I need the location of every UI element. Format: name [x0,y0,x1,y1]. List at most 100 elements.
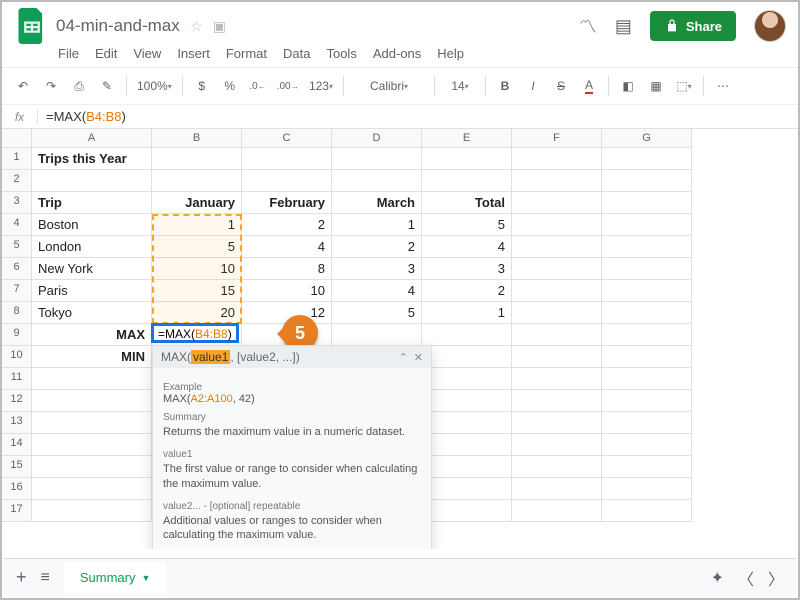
col-B[interactable]: B [152,129,242,148]
star-icon[interactable]: ☆ [190,18,203,35]
cell-E5[interactable]: 4 [422,236,512,258]
menu-tools[interactable]: Tools [326,46,356,61]
cell-C6[interactable]: 8 [242,258,332,280]
cell-D4[interactable]: 1 [332,214,422,236]
cell-A7[interactable]: Paris [32,280,152,302]
more-icon[interactable]: ⋯ [714,74,732,98]
activity-icon[interactable]: 〽 [579,13,597,39]
scroll-left-icon[interactable]: 〈 [738,566,754,590]
cell-A10[interactable]: MIN [32,346,152,368]
cell-A4[interactable]: Boston [32,214,152,236]
menu-edit[interactable]: Edit [95,46,117,61]
menu-insert[interactable]: Insert [177,46,210,61]
cell-B6[interactable]: 10 [152,258,242,280]
menu-help[interactable]: Help [437,46,464,61]
share-button[interactable]: Share [650,11,736,41]
formula-input[interactable]: =MAX(B4:B8) [38,109,798,125]
menu-file[interactable]: File [58,46,79,61]
cell-A1[interactable]: Trips this Year [32,148,152,170]
cell-A9[interactable]: MAX [32,324,152,346]
print-icon[interactable]: ⎙ [70,74,88,98]
explore-icon[interactable]: ✦ [711,568,724,588]
strike-button[interactable]: S [552,74,570,98]
row-17[interactable]: 17 [2,500,32,522]
scroll-right-icon[interactable]: 〉 [768,566,784,590]
comments-icon[interactable]: ▤ [615,16,632,37]
cell-E4[interactable]: 5 [422,214,512,236]
cell-A5[interactable]: London [32,236,152,258]
borders-icon[interactable]: ▦ [647,74,665,98]
cell-A6[interactable]: New York [32,258,152,280]
menu-format[interactable]: Format [226,46,267,61]
zoom-select[interactable]: 100% [137,74,172,98]
font-size-select[interactable]: 14 [445,74,475,98]
italic-button[interactable]: I [524,74,542,98]
undo-icon[interactable]: ↶ [14,74,32,98]
col-G[interactable]: G [602,129,692,148]
col-C[interactable]: C [242,129,332,148]
cell-B9[interactable] [152,324,242,346]
cell-B3[interactable]: January [152,192,242,214]
cell-C4[interactable]: 2 [242,214,332,236]
increase-decimal-button[interactable]: .00→ [277,74,299,98]
cell-C3[interactable]: February [242,192,332,214]
cell-D6[interactable]: 3 [332,258,422,280]
row-9[interactable]: 9 [2,324,32,346]
row-14[interactable]: 14 [2,434,32,456]
cell-E7[interactable]: 2 [422,280,512,302]
row-8[interactable]: 8 [2,302,32,324]
bold-button[interactable]: B [496,74,514,98]
row-16[interactable]: 16 [2,478,32,500]
folder-icon[interactable]: ▣ [213,18,226,35]
col-F[interactable]: F [512,129,602,148]
decrease-decimal-button[interactable]: .0← [249,74,267,98]
row-5[interactable]: 5 [2,236,32,258]
row-4[interactable]: 4 [2,214,32,236]
cell-E8[interactable]: 1 [422,302,512,324]
font-select[interactable]: Calibri [354,74,424,98]
row-10[interactable]: 10 [2,346,32,368]
percent-button[interactable]: % [221,74,239,98]
row-6[interactable]: 6 [2,258,32,280]
row-7[interactable]: 7 [2,280,32,302]
row-11[interactable]: 11 [2,368,32,390]
paint-format-icon[interactable]: ✎ [98,74,116,98]
redo-icon[interactable]: ↷ [42,74,60,98]
menu-view[interactable]: View [133,46,161,61]
cell-A8[interactable]: Tokyo [32,302,152,324]
col-A[interactable]: A [32,129,152,148]
menu-data[interactable]: Data [283,46,310,61]
cell-B7[interactable]: 15 [152,280,242,302]
row-12[interactable]: 12 [2,390,32,412]
number-format-select[interactable]: 123 [309,74,333,98]
sheet-grid[interactable]: A B C D E F G 1 Trips this Year 2 3 Trip… [2,129,798,549]
row-1[interactable]: 1 [2,148,32,170]
fill-color-icon[interactable]: ◧ [619,74,637,98]
collapse-icon[interactable]: ⌃ [399,351,408,364]
cell-D7[interactable]: 4 [332,280,422,302]
cell-E3[interactable]: Total [422,192,512,214]
tab-dropdown-icon[interactable]: ▼ [141,573,150,583]
add-sheet-icon[interactable]: + [16,567,27,588]
cell-C5[interactable]: 4 [242,236,332,258]
close-icon[interactable]: ✕ [414,351,423,364]
corner-cell[interactable] [2,129,32,148]
all-sheets-icon[interactable]: ≡ [41,569,50,587]
merge-icon[interactable]: ⬚ [675,74,693,98]
cell-E6[interactable]: 3 [422,258,512,280]
menu-addons[interactable]: Add-ons [373,46,421,61]
row-15[interactable]: 15 [2,456,32,478]
col-E[interactable]: E [422,129,512,148]
cell-D8[interactable]: 5 [332,302,422,324]
cell-D5[interactable]: 2 [332,236,422,258]
tab-summary[interactable]: Summary ▼ [64,562,167,593]
currency-button[interactable]: $ [193,74,211,98]
cell-B8[interactable]: 20 [152,302,242,324]
cell-D3[interactable]: March [332,192,422,214]
col-D[interactable]: D [332,129,422,148]
text-color-button[interactable]: A [580,74,598,98]
row-3[interactable]: 3 [2,192,32,214]
row-13[interactable]: 13 [2,412,32,434]
cell-A3[interactable]: Trip [32,192,152,214]
cell-C7[interactable]: 10 [242,280,332,302]
